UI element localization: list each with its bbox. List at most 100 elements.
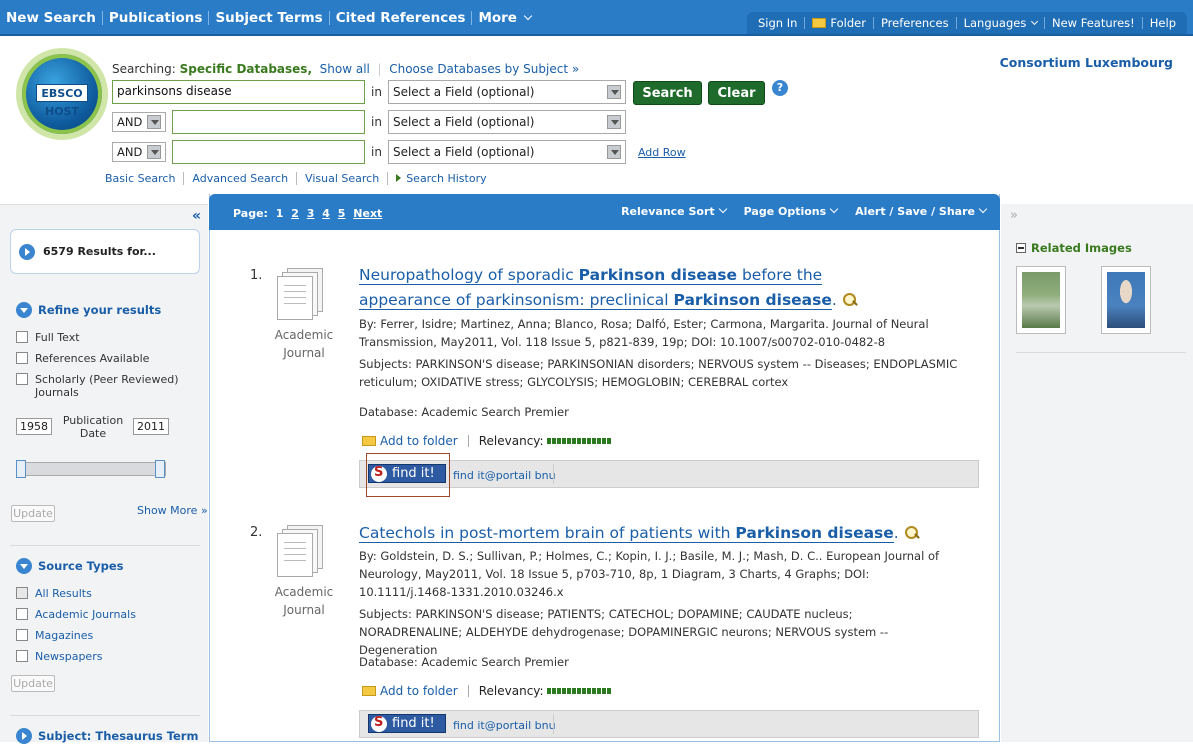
search-input-1[interactable]: parkinsons disease <box>112 80 365 104</box>
add-to-folder-link[interactable]: Add to folder <box>380 684 458 698</box>
refine-results-header[interactable]: Refine your results <box>16 302 161 318</box>
expand-arrow-icon <box>19 244 35 260</box>
update-button-1[interactable]: Update <box>11 505 55 522</box>
show-all-link[interactable]: Show all <box>320 62 370 76</box>
field-select-value: Select a Field (optional) <box>392 85 535 99</box>
source-newspapers[interactable]: Newspapers <box>16 650 102 663</box>
find-it-button[interactable]: find it! <box>368 714 446 733</box>
related-image-thumbnail[interactable] <box>1101 266 1151 334</box>
boolean-select-2[interactable]: AND <box>112 112 166 132</box>
add-to-folder-link[interactable]: Add to folder <box>380 434 458 448</box>
year-from-input[interactable]: 1958 <box>16 418 52 435</box>
results-count: 6579 Results for... <box>43 245 156 258</box>
user-links: Sign In Folder Preferences Languages New… <box>746 12 1187 34</box>
checkbox-checked[interactable] <box>16 587 28 599</box>
divider <box>553 464 554 484</box>
page-4[interactable]: 4 <box>322 207 330 220</box>
next-page-link[interactable]: Next <box>353 207 382 220</box>
searching-value: Specific Databases, <box>179 62 313 76</box>
academic-journal-icon[interactable] <box>277 525 323 577</box>
checkbox[interactable] <box>16 352 28 364</box>
add-row-link[interactable]: Add Row <box>638 146 686 159</box>
update-button-2[interactable]: Update <box>11 675 55 692</box>
folder-icon <box>812 18 827 28</box>
advanced-search-link[interactable]: Advanced Search <box>184 172 298 185</box>
nav-new-search[interactable]: New Search <box>0 11 103 25</box>
boolean-select-3[interactable]: AND <box>112 142 166 162</box>
page-1: 1 <box>275 207 284 220</box>
field-select-3[interactable]: Select a Field (optional) <box>387 140 626 164</box>
alert-save-share-menu[interactable]: Alert / Save / Share <box>855 204 988 218</box>
preview-magnifier-icon[interactable] <box>841 293 857 307</box>
year-to-input[interactable]: 2011 <box>133 418 169 435</box>
filter-references-available[interactable]: References Available <box>16 352 149 365</box>
basic-search-link[interactable]: Basic Search <box>105 172 185 185</box>
folder-icon <box>362 686 376 696</box>
visual-search-link[interactable]: Visual Search <box>297 172 389 185</box>
show-more-link[interactable]: Show More » <box>137 504 208 517</box>
find-it-portail-link[interactable]: find it@portail bnu <box>453 719 556 732</box>
source-all-results[interactable]: All Results <box>16 587 92 600</box>
new-features-link[interactable]: New Features! <box>1045 17 1143 29</box>
sign-in-link[interactable]: Sign In <box>751 17 806 29</box>
nav-publications[interactable]: Publications <box>103 11 210 25</box>
results-count-box[interactable]: 6579 Results for... <box>10 229 200 274</box>
preview-magnifier-icon[interactable] <box>903 526 919 540</box>
help-icon[interactable]: ? <box>772 80 788 96</box>
nav-subject-terms[interactable]: Subject Terms <box>209 11 330 25</box>
filter-scholarly[interactable]: Scholarly (Peer Reviewed) Journals <box>16 373 186 399</box>
result-number: 1. <box>250 268 263 283</box>
academic-journal-icon[interactable] <box>277 268 323 320</box>
slider-handle-left[interactable] <box>16 460 26 478</box>
result-byline: By: Ferrer, Isidre; Martinez, Anna; Blan… <box>359 317 929 349</box>
collapse-left-icon[interactable]: « <box>192 208 201 224</box>
filter-full-text[interactable]: Full Text <box>16 331 80 344</box>
search-input-3[interactable] <box>172 140 365 164</box>
page-options-menu[interactable]: Page Options <box>743 204 839 218</box>
collapse-minus-icon <box>1016 243 1026 253</box>
search-history-link[interactable]: Search History <box>388 172 494 185</box>
search-row-3: AND in Select a Field (optional) Add Row <box>112 140 686 164</box>
page-options-label: Page Options <box>743 205 827 218</box>
slider-handle-right[interactable] <box>155 460 165 478</box>
relevance-sort-menu[interactable]: Relevance Sort <box>621 204 727 218</box>
related-images-header[interactable]: Related Images <box>1016 241 1132 255</box>
field-select-1[interactable]: Select a Field (optional) <box>387 80 626 104</box>
expand-right-icon[interactable]: » <box>1010 208 1018 223</box>
result-title-link[interactable]: Neuropathology of sporadic Parkinson dis… <box>359 263 919 313</box>
checkbox[interactable] <box>16 608 28 620</box>
page-5[interactable]: 5 <box>338 207 346 220</box>
source-academic-journals[interactable]: Academic Journals <box>16 608 136 621</box>
source-magazines[interactable]: Magazines <box>16 629 93 642</box>
related-images-label: Related Images <box>1031 241 1132 255</box>
date-slider-track[interactable] <box>16 462 166 476</box>
checkbox[interactable] <box>16 629 28 641</box>
folder-link[interactable]: Folder <box>805 17 874 29</box>
field-select-2[interactable]: Select a Field (optional) <box>387 110 626 134</box>
preferences-link[interactable]: Preferences <box>874 17 957 29</box>
source-label: Academic Journals <box>35 608 136 621</box>
nav-more[interactable]: More <box>472 11 536 25</box>
chevron-down-icon <box>829 204 839 214</box>
languages-link[interactable]: Languages <box>957 17 1045 29</box>
search-input-2[interactable] <box>172 110 365 134</box>
source-types-header[interactable]: Source Types <box>16 558 124 574</box>
nav-cited-references[interactable]: Cited References <box>330 11 473 25</box>
result-title-link[interactable]: Catechols in post-mortem brain of patien… <box>359 521 919 546</box>
page-2[interactable]: 2 <box>291 207 299 220</box>
help-link[interactable]: Help <box>1143 17 1183 29</box>
find-it-portail-link[interactable]: find it@portail bnu <box>453 469 556 482</box>
dropdown-arrow-icon <box>606 85 621 99</box>
page-3[interactable]: 3 <box>307 207 315 220</box>
checkbox[interactable] <box>16 650 28 662</box>
checkbox[interactable] <box>16 373 28 385</box>
search-button[interactable]: Search <box>633 81 702 105</box>
ebsco-host-logo[interactable]: EBSCO HOST <box>22 54 102 134</box>
collapse-arrow-icon <box>16 558 32 574</box>
choose-databases-link[interactable]: Choose Databases by Subject » <box>389 62 579 76</box>
related-image-thumbnail[interactable] <box>1016 266 1066 334</box>
relevance-sort-label: Relevance Sort <box>621 205 715 218</box>
boolean-value: AND <box>117 115 143 129</box>
clear-button[interactable]: Clear <box>708 81 765 105</box>
checkbox[interactable] <box>16 331 28 343</box>
